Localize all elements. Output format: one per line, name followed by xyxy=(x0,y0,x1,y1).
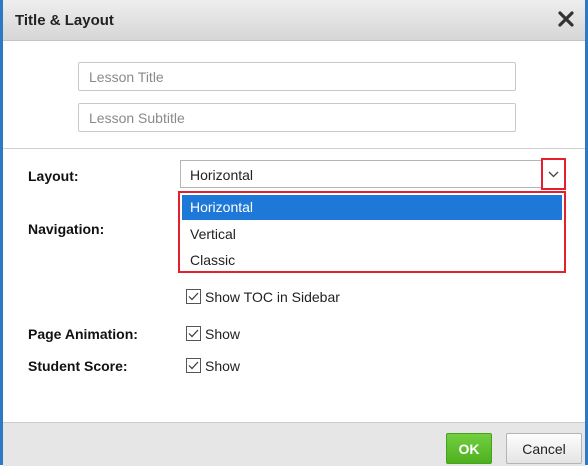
lesson-title-input[interactable] xyxy=(78,62,516,91)
layout-option-vertical[interactable]: Vertical xyxy=(182,222,562,247)
checkbox-checked-icon[interactable] xyxy=(186,358,201,373)
page-animation-label: Page Animation: xyxy=(28,326,138,342)
cancel-button[interactable]: Cancel xyxy=(506,433,582,464)
page-animation-show-label: Show xyxy=(205,326,241,342)
layout-dropdown-toggle[interactable] xyxy=(541,158,566,190)
student-score-label: Student Score: xyxy=(28,358,128,374)
dialog-titlebar: Title & Layout xyxy=(3,0,585,41)
show-toc-label: Show TOC in Sidebar xyxy=(205,289,340,305)
layout-label: Layout: xyxy=(28,168,79,184)
chevron-down-icon xyxy=(548,171,559,178)
layout-option-horizontal[interactable]: Horizontal xyxy=(182,195,562,220)
navigation-label: Navigation: xyxy=(28,221,105,237)
section-divider xyxy=(3,148,585,149)
layout-dropdown-list: Horizontal Vertical Classic xyxy=(178,191,566,273)
dialog-title: Title & Layout xyxy=(15,12,114,29)
checkbox-checked-icon[interactable] xyxy=(186,326,201,341)
lesson-subtitle-input[interactable] xyxy=(78,103,516,132)
layout-select[interactable]: Horizontal xyxy=(180,160,566,188)
close-icon[interactable] xyxy=(555,8,577,30)
checkbox-checked-icon[interactable] xyxy=(186,289,201,304)
ok-button[interactable]: OK xyxy=(446,433,492,464)
dialog-footer xyxy=(3,422,585,466)
layout-select-value: Horizontal xyxy=(190,167,254,183)
layout-option-classic[interactable]: Classic xyxy=(182,248,562,273)
student-score-show-label: Show xyxy=(205,358,241,374)
